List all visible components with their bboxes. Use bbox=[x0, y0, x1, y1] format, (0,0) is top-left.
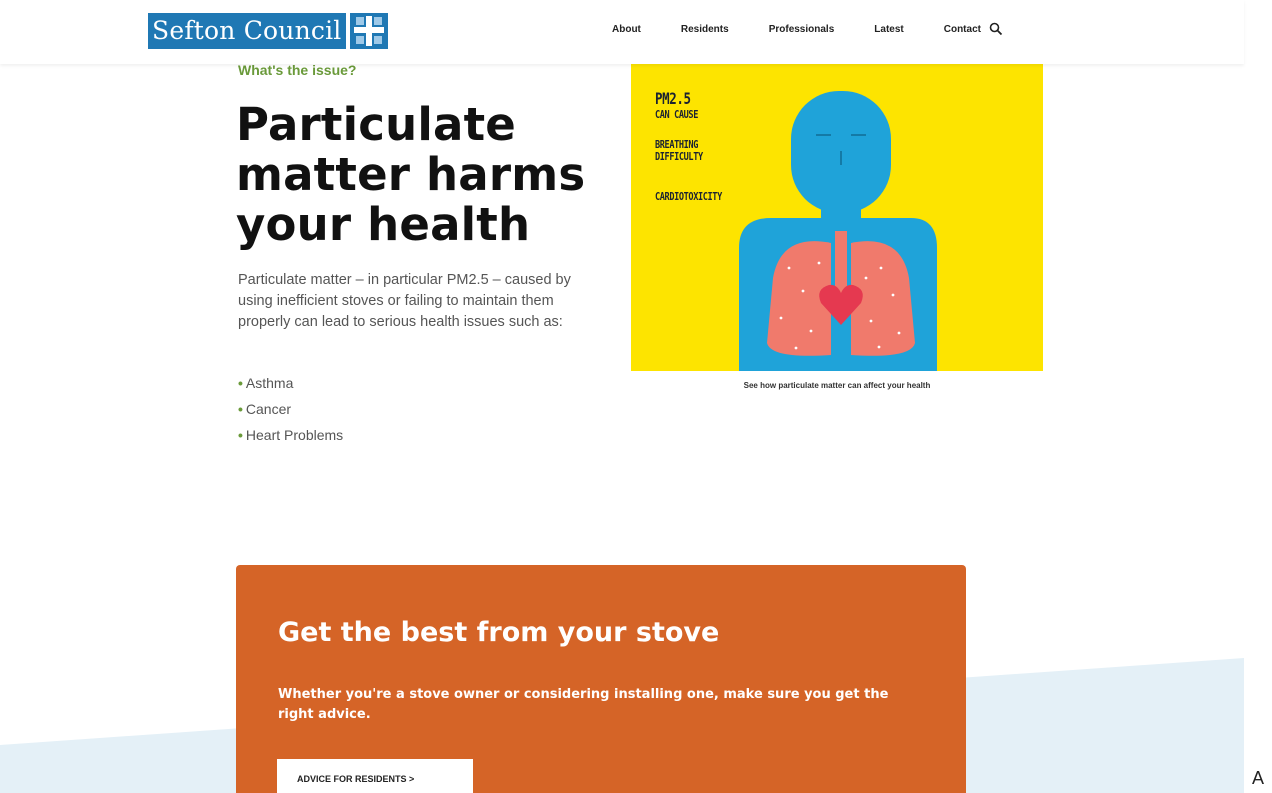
illustration-title: PM2.5 bbox=[655, 89, 691, 108]
advice-for-residents-button[interactable]: ADVICE FOR RESIDENTS > bbox=[277, 759, 473, 793]
bullet-icon: • bbox=[238, 375, 243, 391]
list-item: • Heart Problems bbox=[238, 422, 343, 448]
health-illustration[interactable]: PM2.5 CAN CAUSE BREATHING DIFFICULTY CAR… bbox=[631, 63, 1043, 371]
nav-professionals[interactable]: Professionals bbox=[769, 24, 835, 35]
illustration-text: CARDIOTOXICITY bbox=[655, 190, 722, 203]
health-issues-list: • Asthma • Cancer • Heart Problems bbox=[238, 370, 343, 448]
search-icon[interactable] bbox=[989, 22, 1003, 36]
logo-text: Sefton Council bbox=[148, 13, 346, 49]
illustration-text: DIFFICULTY bbox=[655, 150, 703, 163]
list-item-label: Heart Problems bbox=[245, 427, 344, 443]
list-item-label: Cancer bbox=[245, 401, 292, 417]
nav-about[interactable]: About bbox=[612, 24, 641, 35]
intro-paragraph: Particulate matter – in particular PM2.5… bbox=[238, 272, 571, 330]
list-item: • Cancer bbox=[238, 396, 343, 422]
section-eyebrow: What's the issue? bbox=[238, 62, 357, 78]
promo-title: Get the best from your stove bbox=[278, 617, 720, 648]
main-nav: About Residents Professionals Latest Con… bbox=[612, 22, 1003, 36]
side-letter: A bbox=[1252, 768, 1265, 788]
nav-residents[interactable]: Residents bbox=[681, 24, 729, 35]
bullet-icon: • bbox=[238, 401, 243, 417]
council-logo[interactable]: Sefton Council bbox=[148, 13, 388, 49]
nav-contact[interactable]: Contact bbox=[944, 24, 981, 35]
illustration-caption: See how particulate matter can affect yo… bbox=[743, 381, 931, 390]
list-item-label: Asthma bbox=[245, 375, 294, 391]
council-crest-icon bbox=[349, 13, 388, 49]
list-item: • Asthma bbox=[238, 370, 343, 396]
promo-text: Whether you're a stove owner or consider… bbox=[278, 687, 889, 722]
stove-advice-card: Get the best from your stove Whether you… bbox=[236, 565, 966, 793]
site-header: Sefton Council About Residents Professio… bbox=[0, 0, 1244, 64]
bullet-icon: • bbox=[238, 427, 243, 443]
illustration-text: CAN CAUSE bbox=[655, 108, 698, 121]
page-headline: Particulate matter harms your health bbox=[236, 98, 586, 251]
nav-latest[interactable]: Latest bbox=[874, 24, 903, 35]
